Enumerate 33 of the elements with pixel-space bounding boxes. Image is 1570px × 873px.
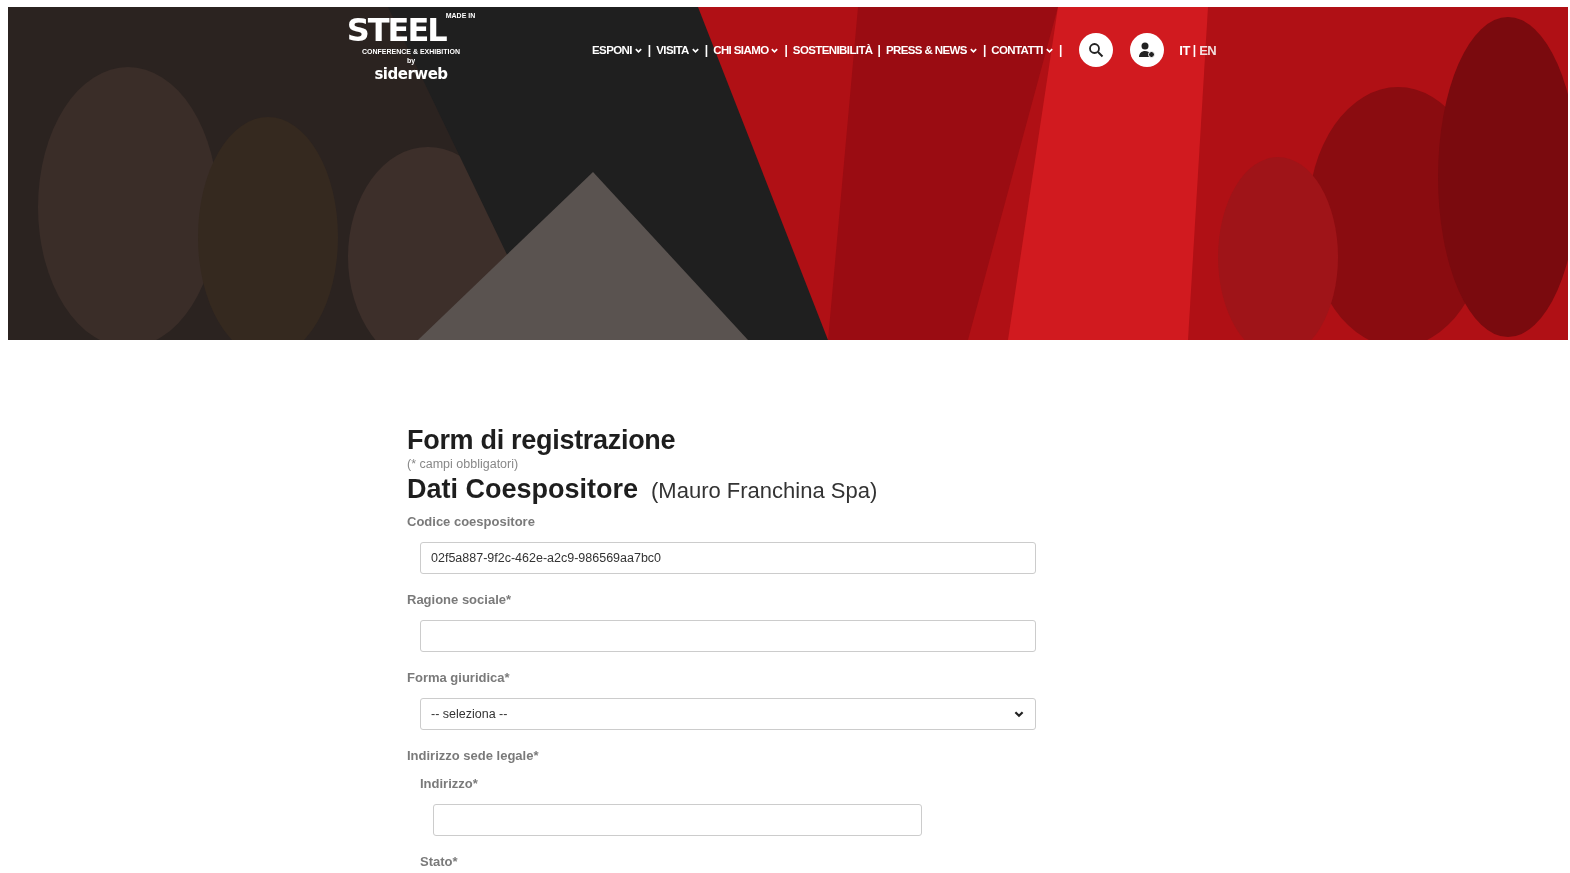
search-icon [1088, 42, 1105, 58]
form-title: Form di registrazione [407, 424, 677, 456]
input-field[interactable] [433, 804, 922, 836]
language-link[interactable]: IT [1179, 42, 1190, 58]
logo-wordmark: STEEL [346, 13, 446, 47]
field-label: Forma giuridica* [407, 670, 511, 686]
partner-logo: siderweb [374, 65, 448, 83]
field-label: Codice coespositore [407, 514, 536, 530]
nav-link[interactable]: SOSTENIBILITÀ [792, 44, 873, 56]
nav-separator: | [704, 43, 709, 57]
field-label: Stato* [420, 854, 459, 870]
nav-link[interactable]: ESPONI [592, 44, 643, 56]
user-icon [1138, 41, 1157, 59]
nav-separator: | [647, 43, 652, 57]
nav-separator: | [1058, 43, 1063, 57]
nav-link[interactable]: PRESS & NEWS [885, 44, 978, 56]
nav-separator: | [784, 43, 788, 57]
input-field[interactable] [420, 620, 1036, 652]
section-subtitle: (Mauro Franchina Spa) [651, 478, 878, 504]
nav-link[interactable]: VISITA [656, 44, 700, 56]
section-title: Dati Coespositore [407, 473, 639, 506]
nav-link[interactable]: CONTATTI [991, 44, 1054, 56]
nav-separator: | [982, 43, 987, 57]
group-label: Indirizzo sede legale* [407, 748, 540, 764]
language-link[interactable]: EN [1199, 42, 1217, 58]
language-separator: | [1192, 42, 1197, 58]
nav-link[interactable]: CHI SIAMO [713, 44, 780, 56]
nav-separator: | [877, 43, 881, 57]
select-field[interactable]: -- seleziona -- [420, 698, 1036, 730]
field-label: Ragione sociale* [407, 592, 513, 608]
input-field[interactable]: 02f5a887-9f2c-462e-a2c9-986569aa7bc0 [420, 542, 1036, 574]
required-note: (* campi obbligatori) [407, 456, 520, 472]
field-label: Indirizzo* [420, 776, 479, 792]
